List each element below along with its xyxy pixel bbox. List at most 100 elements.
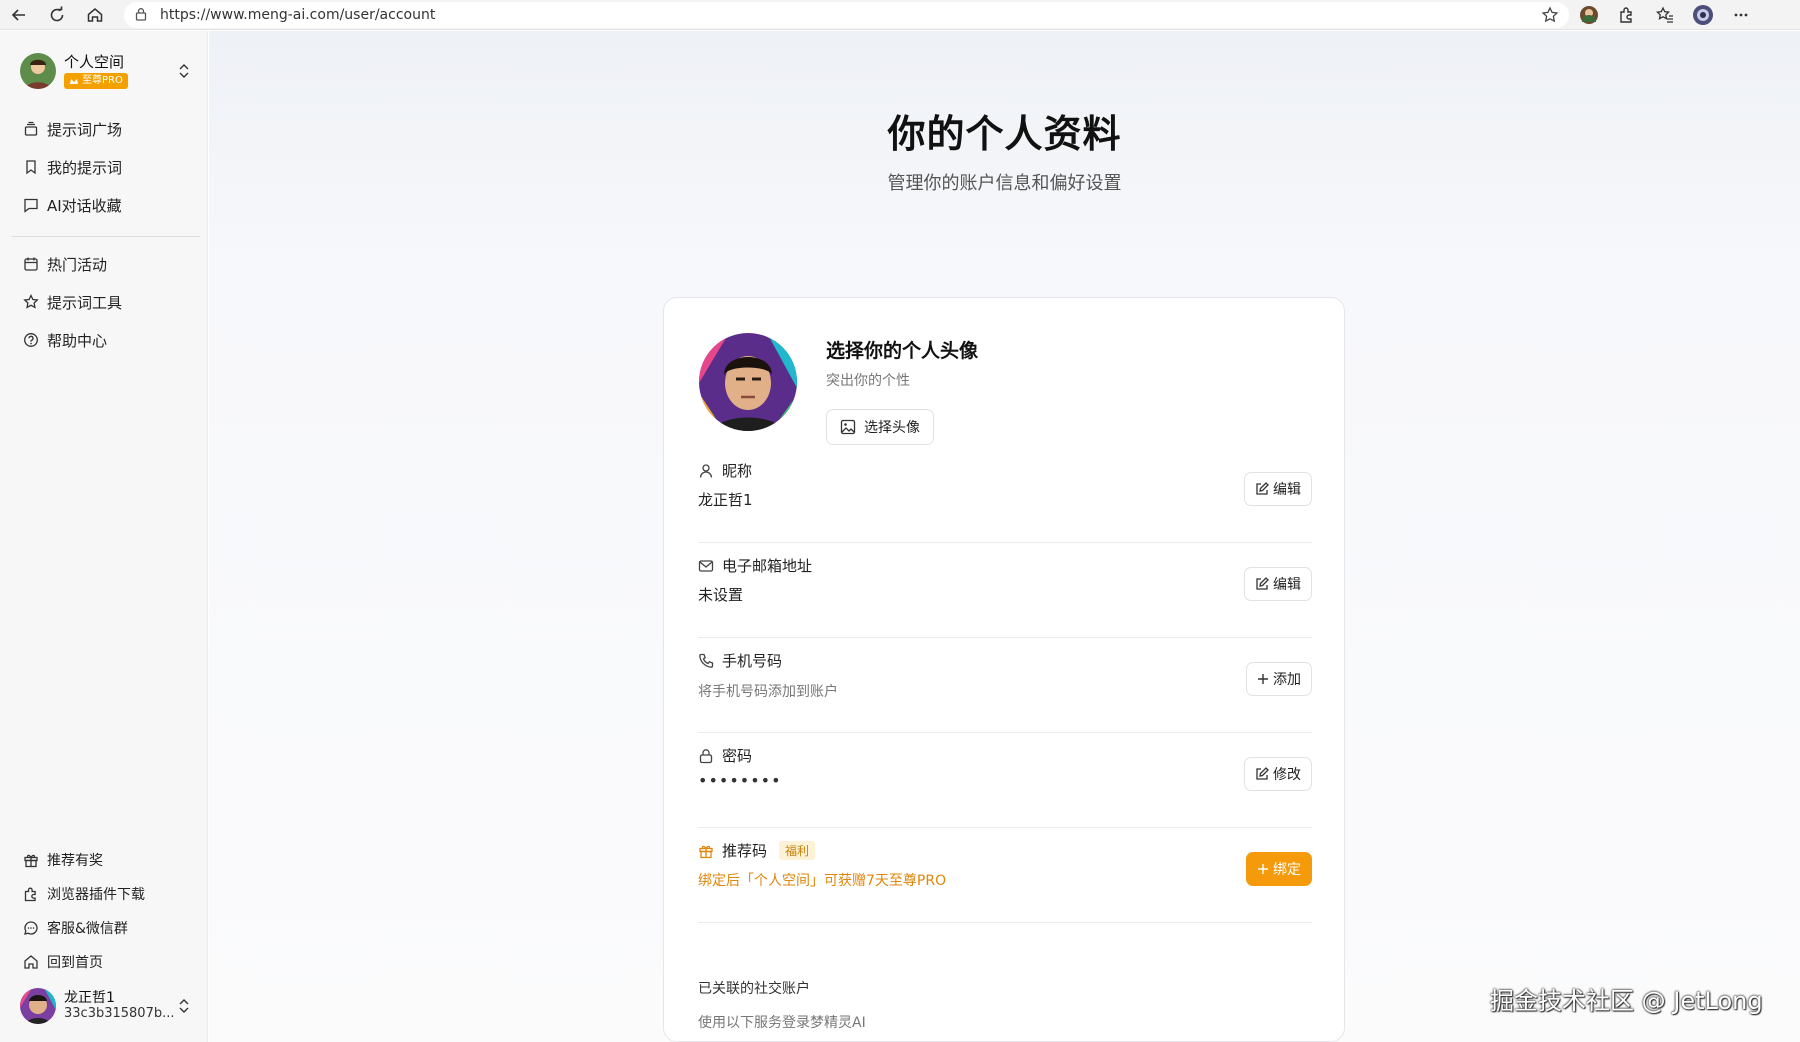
avatar-section-title: 选择你的个人头像: [826, 340, 979, 362]
workspace-name: 个人空间: [64, 52, 125, 71]
add-phone-button[interactable]: 添加: [1246, 662, 1312, 696]
edit-nickname-label: 编辑: [1273, 482, 1301, 498]
edit-icon: [1256, 577, 1269, 590]
puzzle-icon: [22, 885, 40, 903]
choose-avatar-button[interactable]: 选择头像: [826, 409, 934, 445]
sidebar-nav-top: 提示词广场 我的提示词 AI对话收藏: [12, 110, 196, 224]
plus-icon: [1258, 864, 1268, 874]
sidebar-item-label: 热门活动: [47, 255, 108, 274]
mail-icon: [698, 559, 714, 572]
sidebar-item-label: 我的提示词: [47, 158, 123, 177]
welfare-tag: 福利: [779, 841, 816, 860]
gift-icon: [22, 851, 40, 869]
favorite-star-icon[interactable]: [1541, 6, 1559, 28]
change-password-label: 修改: [1273, 767, 1301, 783]
phone-label: 手机号码: [722, 652, 783, 670]
favorites-icon[interactable]: [1650, 0, 1680, 30]
workspace-avatar: [20, 53, 56, 89]
referral-row: 推荐码 福利 绑定后「个人空间」可获赠7天至尊PRO 绑定: [698, 828, 1312, 923]
avatar-section-subtitle: 突出你的个性: [826, 373, 910, 389]
edit-email-label: 编辑: [1273, 577, 1301, 593]
user-avatar: [20, 988, 56, 1024]
workspace-switcher[interactable]: 个人空间 至尊PRO: [20, 51, 192, 91]
sidebar: 个人空间 至尊PRO 提示词广场 我的提示词 AI对话收藏 热门活动 提示词工具…: [0, 31, 208, 1042]
extension-avatar-icon[interactable]: [1574, 0, 1604, 30]
bind-referral-label: 绑定: [1273, 862, 1301, 878]
crown-icon: [70, 78, 78, 84]
address-bar[interactable]: https://www.meng-ai.com/user/account: [124, 2, 1569, 28]
sidebar-item-support-wechat[interactable]: 客服&微信群: [12, 911, 196, 945]
sidebar-item-prompt-tools[interactable]: 提示词工具: [12, 283, 196, 321]
gift-icon: [699, 845, 713, 858]
sidebar-item-my-prompts[interactable]: 我的提示词: [12, 148, 196, 186]
password-value: ••••••••: [698, 771, 782, 790]
change-password-button[interactable]: 修改: [1244, 757, 1312, 791]
chat-icon: [22, 196, 40, 214]
pro-badge: 至尊PRO: [64, 72, 128, 89]
star-icon: [22, 293, 40, 311]
more-menu-icon[interactable]: [1726, 0, 1756, 30]
browser-toolbar: https://www.meng-ai.com/user/account: [0, 0, 1800, 30]
profile-card: 选择你的个人头像 突出你的个性 选择头像 昵称 龙正哲1 编辑 电子邮箱地址 未…: [663, 297, 1345, 1042]
nickname-row: 昵称 龙正哲1 编辑: [698, 448, 1312, 543]
referral-label: 推荐码: [722, 842, 768, 860]
edit-icon: [1256, 482, 1269, 495]
lock-icon: [699, 748, 713, 763]
watermark: 掘金技术社区 @ JetLong: [1490, 987, 1763, 1015]
social-accounts-subtitle: 使用以下服务登录梦精灵AI: [698, 1015, 866, 1031]
sidebar-item-events[interactable]: 热门活动: [12, 245, 196, 283]
edit-nickname-button[interactable]: 编辑: [1244, 472, 1312, 506]
reload-icon[interactable]: [38, 0, 76, 30]
main-content: 你的个人资料 管理你的账户信息和偏好设置 选择你的个人头像 突出你的个性 选择头…: [209, 31, 1800, 1042]
back-icon[interactable]: [0, 0, 38, 30]
sidebar-item-referral-rewards[interactable]: 推荐有奖: [12, 843, 196, 877]
home-icon[interactable]: [76, 0, 114, 30]
bind-referral-button[interactable]: 绑定: [1246, 852, 1312, 886]
email-value: 未设置: [698, 586, 744, 604]
pro-badge-label: 至尊PRO: [82, 74, 123, 86]
user-icon: [699, 463, 713, 478]
email-label: 电子邮箱地址: [722, 557, 813, 575]
edit-email-button[interactable]: 编辑: [1244, 567, 1312, 601]
user-name: 龙正哲1: [64, 990, 115, 1006]
sidebar-item-help-center[interactable]: 帮助中心: [12, 321, 196, 359]
sidebar-item-label: 提示词工具: [47, 293, 123, 312]
calendar-icon: [22, 255, 40, 273]
sidebar-item-label: AI对话收藏: [47, 196, 122, 215]
sidebar-item-browser-plugin[interactable]: 浏览器插件下载: [12, 877, 196, 911]
url-text: https://www.meng-ai.com/user/account: [160, 7, 436, 23]
edit-icon: [1256, 767, 1269, 780]
sidebar-item-back-home[interactable]: 回到首页: [12, 945, 196, 979]
page-subtitle: 管理你的账户信息和偏好设置: [887, 173, 1122, 194]
bookmark-icon: [22, 158, 40, 176]
sidebar-item-label: 帮助中心: [47, 331, 108, 350]
lock-icon: [134, 6, 148, 25]
sidebar-divider: [12, 236, 200, 237]
extensions-puzzle-icon[interactable]: [1612, 0, 1642, 30]
sidebar-nav-middle: 热门活动 提示词工具 帮助中心: [12, 245, 196, 359]
home-icon: [22, 953, 40, 971]
social-accounts-title: 已关联的社交账户: [698, 981, 810, 997]
sidebar-item-label: 推荐有奖: [47, 853, 103, 869]
phone-row: 手机号码 将手机号码添加到账户 添加: [698, 638, 1312, 733]
password-label: 密码: [722, 747, 753, 765]
sidebar-item-ai-chat-favorites[interactable]: AI对话收藏: [12, 186, 196, 224]
sidebar-item-prompt-square[interactable]: 提示词广场: [12, 110, 196, 148]
chevron-updown-icon[interactable]: [178, 62, 190, 84]
sidebar-item-label: 客服&微信群: [47, 921, 128, 937]
choose-avatar-label: 选择头像: [864, 420, 920, 436]
add-phone-label: 添加: [1273, 672, 1301, 688]
plus-icon: [1258, 674, 1268, 684]
chevron-updown-icon[interactable]: [178, 997, 190, 1019]
profile-icon[interactable]: [1688, 0, 1718, 30]
profile-avatar[interactable]: [699, 333, 797, 431]
sidebar-item-label: 回到首页: [47, 955, 103, 971]
user-switcher[interactable]: 龙正哲1 33c3b315807b...: [20, 986, 192, 1026]
layers-icon: [22, 120, 40, 138]
help-icon: [22, 331, 40, 349]
user-id: 33c3b315807b...: [64, 1006, 175, 1021]
phone-hint: 将手机号码添加到账户: [698, 684, 838, 700]
message-icon: [22, 919, 40, 937]
phone-icon: [699, 653, 714, 668]
referral-hint: 绑定后「个人空间」可获赠7天至尊PRO: [698, 873, 947, 889]
